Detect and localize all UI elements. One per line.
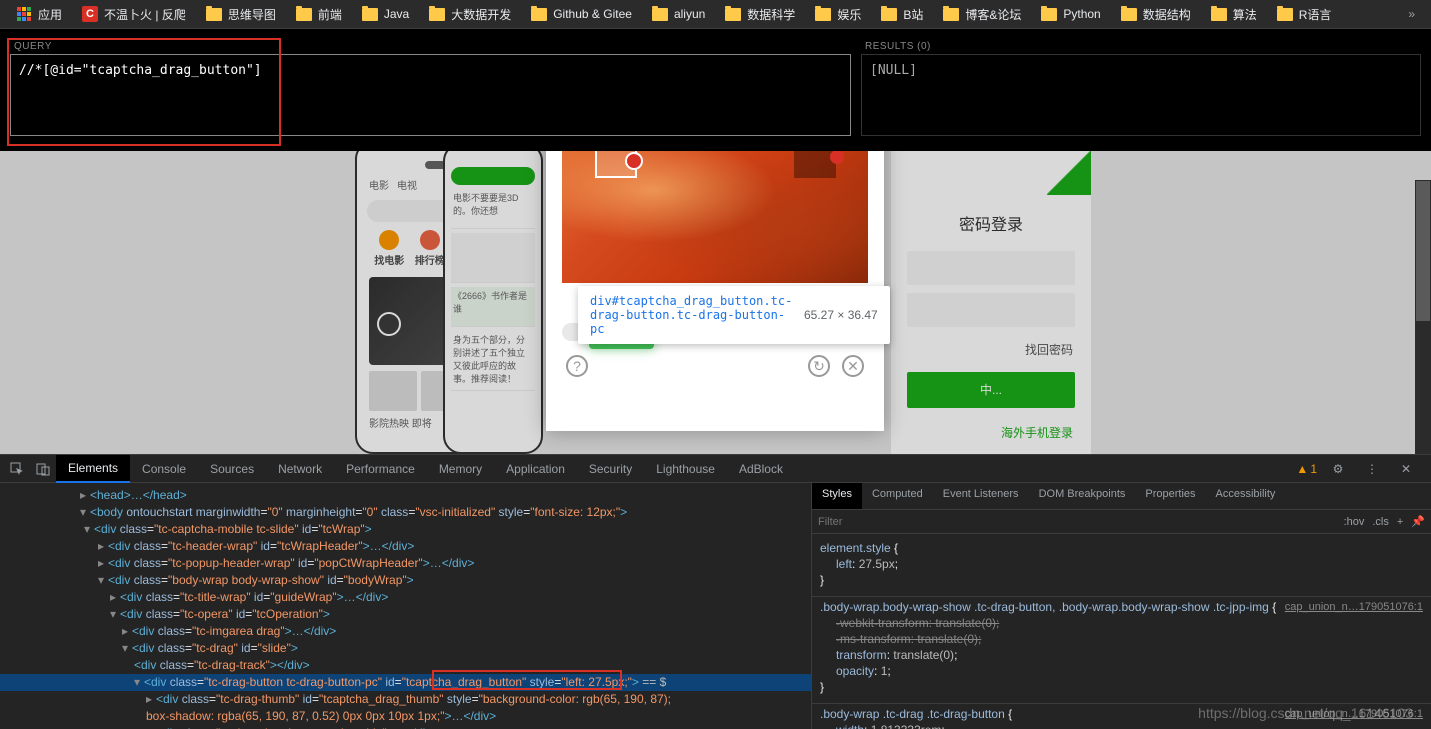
bookmark-folder[interactable]: 前端	[288, 3, 350, 26]
page-scrollbar[interactable]	[1415, 180, 1431, 454]
results-label: RESULTS (0)	[861, 39, 1421, 54]
styles-tab[interactable]: Event Listeners	[933, 483, 1029, 509]
devtools-tab-console[interactable]: Console	[130, 456, 198, 482]
devtools-tab-security[interactable]: Security	[577, 456, 644, 482]
folder-icon	[943, 6, 959, 22]
cls-toggle[interactable]: .cls	[1372, 516, 1389, 528]
styles-filter-input[interactable]	[818, 516, 1336, 528]
bookmarks-apps[interactable]: 应用	[8, 3, 70, 26]
styles-tab[interactable]: Accessibility	[1206, 483, 1286, 509]
bookmark-folder[interactable]: aliyun	[644, 3, 713, 25]
element-tooltip: div#tcaptcha_drag_button.tc-drag-button.…	[578, 286, 890, 344]
bookmark-folder[interactable]: Java	[354, 3, 417, 25]
settings-icon[interactable]: ⚙	[1325, 456, 1351, 482]
devtools-tab-network[interactable]: Network	[266, 456, 334, 482]
captcha-image	[562, 151, 868, 283]
tooltip-selector: div#tcaptcha_drag_button.tc-drag-button.…	[590, 294, 790, 336]
devtools-close-icon[interactable]: ✕	[1393, 456, 1419, 482]
dom-tree[interactable]: ▸<head>…</head> ▾<body ontouchstart marg…	[0, 483, 811, 729]
close-icon[interactable]: ✕	[842, 355, 864, 377]
folder-icon	[725, 6, 741, 22]
pin-icon[interactable]: 📌	[1411, 515, 1425, 528]
bookmark-folder[interactable]: Python	[1033, 3, 1108, 25]
apps-icon	[16, 6, 32, 22]
devtools-tab-sources[interactable]: Sources	[198, 456, 266, 482]
bookmark-folder[interactable]: 算法	[1203, 3, 1265, 26]
bookmark-folder[interactable]: 娱乐	[807, 3, 869, 26]
bookmark-folder[interactable]: 数据结构	[1113, 3, 1199, 26]
bookmark-folder[interactable]: Github & Gitee	[523, 3, 640, 25]
warning-badge[interactable]: ▲ 1	[1296, 462, 1317, 476]
bookmark-folder[interactable]: 思维导图	[198, 3, 284, 26]
bookmark-folder[interactable]: R语言	[1269, 3, 1340, 26]
selected-dom-node[interactable]: ▾<div class="tc-drag-button tc-drag-butt…	[0, 674, 811, 691]
refresh-icon[interactable]: ↻	[808, 355, 830, 377]
folder-icon	[815, 6, 831, 22]
folder-icon	[206, 6, 222, 22]
xpath-result: [NULL]	[861, 54, 1421, 136]
bookmarks-overflow[interactable]: »	[1400, 3, 1423, 25]
query-label: QUERY	[10, 39, 851, 54]
device-toggle-icon[interactable]	[30, 456, 56, 482]
more-icon[interactable]: ⋮	[1359, 456, 1385, 482]
folder-icon	[1277, 6, 1293, 22]
devtools-tab-lighthouse[interactable]: Lighthouse	[644, 456, 727, 482]
devtools-tab-performance[interactable]: Performance	[334, 456, 427, 482]
puzzle-slot	[794, 151, 836, 178]
tooltip-dimensions: 65.27 × 36.47	[804, 308, 878, 322]
site-icon: C	[82, 6, 98, 22]
folder-icon	[1041, 6, 1057, 22]
bookmark-folder[interactable]: 大数据开发	[421, 3, 519, 26]
styles-tab[interactable]: Styles	[812, 483, 862, 509]
bookmark-folder[interactable]: 博客&论坛	[935, 3, 1029, 26]
inspect-icon[interactable]	[4, 456, 30, 482]
bookmark-folder[interactable]: 数据科学	[717, 3, 803, 26]
hov-toggle[interactable]: :hov	[1344, 516, 1365, 528]
folder-icon	[429, 6, 445, 22]
folder-icon	[1211, 6, 1227, 22]
stylesheet-link[interactable]: cap_union_n…179051076:1	[1285, 599, 1423, 615]
help-icon[interactable]: ?	[566, 355, 588, 377]
devtools-tab-memory[interactable]: Memory	[427, 456, 494, 482]
add-rule-icon[interactable]: +	[1397, 516, 1403, 528]
devtools-tab-elements[interactable]: Elements	[56, 455, 130, 483]
devtools-tab-application[interactable]: Application	[494, 456, 577, 482]
folder-icon	[652, 6, 668, 22]
bookmark-site[interactable]: C 不温卜火 | 反爬	[74, 3, 194, 26]
bookmark-folder[interactable]: B站	[873, 3, 931, 26]
folder-icon	[1121, 6, 1137, 22]
styles-tab[interactable]: Properties	[1135, 483, 1205, 509]
folder-icon	[531, 6, 547, 22]
folder-icon	[881, 6, 897, 22]
stylesheet-link[interactable]: cap_union_n…179051076:1	[1285, 706, 1423, 722]
xpath-query-input[interactable]: //*[@id="tcaptcha_drag_button"]	[10, 54, 851, 136]
devtools-tab-adblock[interactable]: AdBlock	[727, 456, 795, 482]
puzzle-piece	[595, 151, 637, 178]
styles-panel[interactable]: element.style { left: 27.5px; } cap_unio…	[812, 534, 1431, 729]
styles-tab[interactable]: Computed	[862, 483, 933, 509]
folder-icon	[296, 6, 312, 22]
folder-icon	[362, 6, 378, 22]
styles-tab[interactable]: DOM Breakpoints	[1029, 483, 1136, 509]
